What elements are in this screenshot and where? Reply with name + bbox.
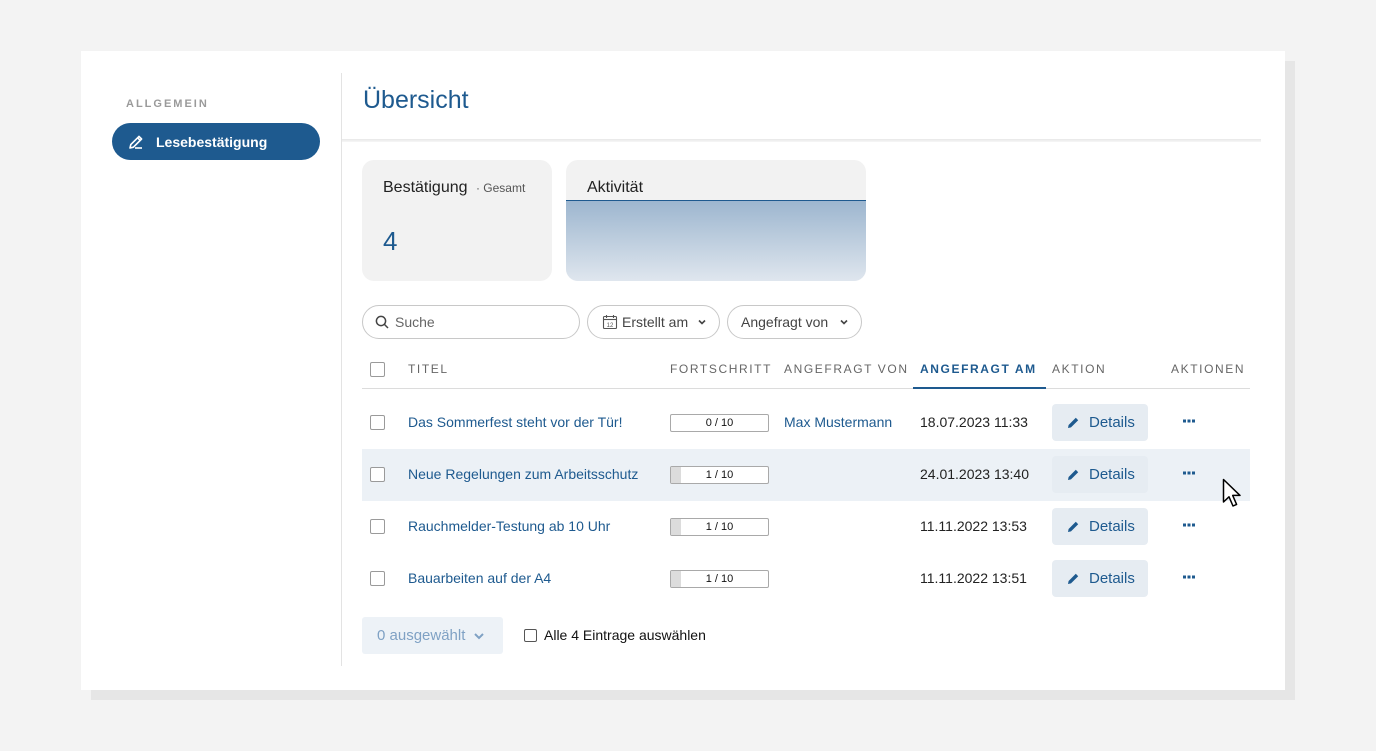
pencil-icon [1067,572,1080,585]
details-button[interactable]: Details [1052,404,1148,441]
row-title-link[interactable]: Neue Regelungen zum Arbeitsschutz [408,466,638,482]
column-requested-by[interactable]: ANGEFRAGT VON [784,362,909,376]
progress-text: 0 / 10 [705,417,734,429]
search-input[interactable] [395,314,565,330]
activity-chart [566,200,866,281]
table-row: Rauchmelder-Testung ab 10 Uhr 1 / 10 11.… [362,501,1250,553]
pencil-icon [1067,416,1080,429]
selection-count-label: 0 ausgewählt [377,627,466,644]
page-title: Übersicht [363,86,469,114]
calendar-icon: 12 [602,314,618,330]
requested-date: 11.11.2022 13:53 [920,518,1027,534]
column-requested-at[interactable]: ANGEFRAGT AM [920,362,1037,376]
sidebar-item-label: Lesebestätigung [156,133,268,150]
table-row: Neue Regelungen zum Arbeitsschutz 1 / 10… [362,449,1250,501]
row-checkbox[interactable] [370,467,385,482]
details-button-label: Details [1089,414,1135,431]
more-options-icon[interactable] [1180,463,1198,483]
activity-card: Aktivität [566,160,866,281]
sidebar-divider [341,73,342,666]
progress-bar: 1 / 10 [670,518,769,536]
pencil-icon [126,132,146,152]
requested-date: 11.11.2022 13:51 [920,570,1027,586]
column-title[interactable]: TITEL [408,362,449,376]
requested-date: 18.07.2023 11:33 [920,414,1028,430]
row-title-link[interactable]: Rauchmelder-Testung ab 10 Uhr [408,518,610,534]
details-button[interactable]: Details [1052,508,1148,545]
select-all-entries[interactable]: Alle 4 Eintrage auswählen [524,627,706,643]
search-icon [375,315,389,329]
select-all-entries-checkbox[interactable] [524,628,537,642]
progress-text: 1 / 10 [705,469,734,481]
sidebar-item-lesebestaetigung[interactable]: Lesebestätigung [112,123,320,160]
table-row: Bauarbeiten auf der A4 1 / 10 11.11.2022… [362,553,1250,605]
column-actions: AKTIONEN [1171,362,1246,376]
column-action: AKTION [1052,362,1107,376]
row-title-link[interactable]: Das Sommerfest steht vor der Tür! [408,414,622,430]
svg-text:12: 12 [607,323,614,329]
select-all-entries-label: Alle 4 Eintrage auswählen [544,627,706,643]
row-title-link[interactable]: Bauarbeiten auf der A4 [408,570,551,586]
chevron-down-icon [473,631,485,641]
table-header: TITEL FORTSCHRITT ANGEFRAGT VON ANGEFRAG… [362,351,1250,389]
column-progress[interactable]: FORTSCHRITT [670,362,772,376]
row-checkbox[interactable] [370,519,385,534]
pencil-icon [1067,468,1080,481]
requested-date: 24.01.2023 13:40 [920,466,1029,482]
details-button-label: Details [1089,518,1135,535]
progress-text: 1 / 10 [705,521,734,533]
table-row: Das Sommerfest steht vor der Tür! 0 / 10… [362,397,1250,449]
sidebar-heading: ALLGEMEIN [126,98,209,110]
row-checkbox[interactable] [370,571,385,586]
confirmation-card-title: Bestätigung [383,179,468,196]
progress-bar: 1 / 10 [670,570,769,588]
more-options-icon[interactable] [1180,567,1198,587]
search-box[interactable] [362,305,580,339]
details-button[interactable]: Details [1052,456,1148,493]
requested-by-filter-label: Angefragt von [741,314,829,330]
selection-dropdown[interactable]: 0 ausgewählt [362,617,503,654]
select-all-checkbox[interactable] [370,362,385,377]
progress-bar: 0 / 10 [670,414,769,432]
more-options-icon[interactable] [1180,411,1198,431]
requested-by-filter[interactable]: Angefragt von [727,305,862,339]
activity-card-title: Aktivität [587,179,644,196]
main-panel: ALLGEMEIN Lesebestätigung Übersicht Best… [81,51,1285,690]
details-button-label: Details [1089,570,1135,587]
sort-indicator [913,387,1046,389]
more-options-icon[interactable] [1180,515,1198,535]
chevron-down-icon [697,317,707,327]
confirmation-card-subtitle: · Gesamt [475,181,526,195]
confirmation-count: 4 [383,226,398,256]
confirmation-card: Bestätigung · Gesamt 4 [362,160,552,281]
details-button-label: Details [1089,466,1135,483]
row-checkbox[interactable] [370,415,385,430]
created-date-filter[interactable]: 12 Erstellt am [587,305,720,339]
progress-text: 1 / 10 [705,573,734,585]
progress-bar: 1 / 10 [670,466,769,484]
header-divider [342,139,1261,142]
pencil-icon [1067,520,1080,533]
mouse-cursor-icon [1222,478,1244,515]
details-button[interactable]: Details [1052,560,1148,597]
requester-link[interactable]: Max Mustermann [784,414,892,430]
chevron-down-icon [839,317,849,327]
created-date-filter-label: Erstellt am [622,314,689,330]
